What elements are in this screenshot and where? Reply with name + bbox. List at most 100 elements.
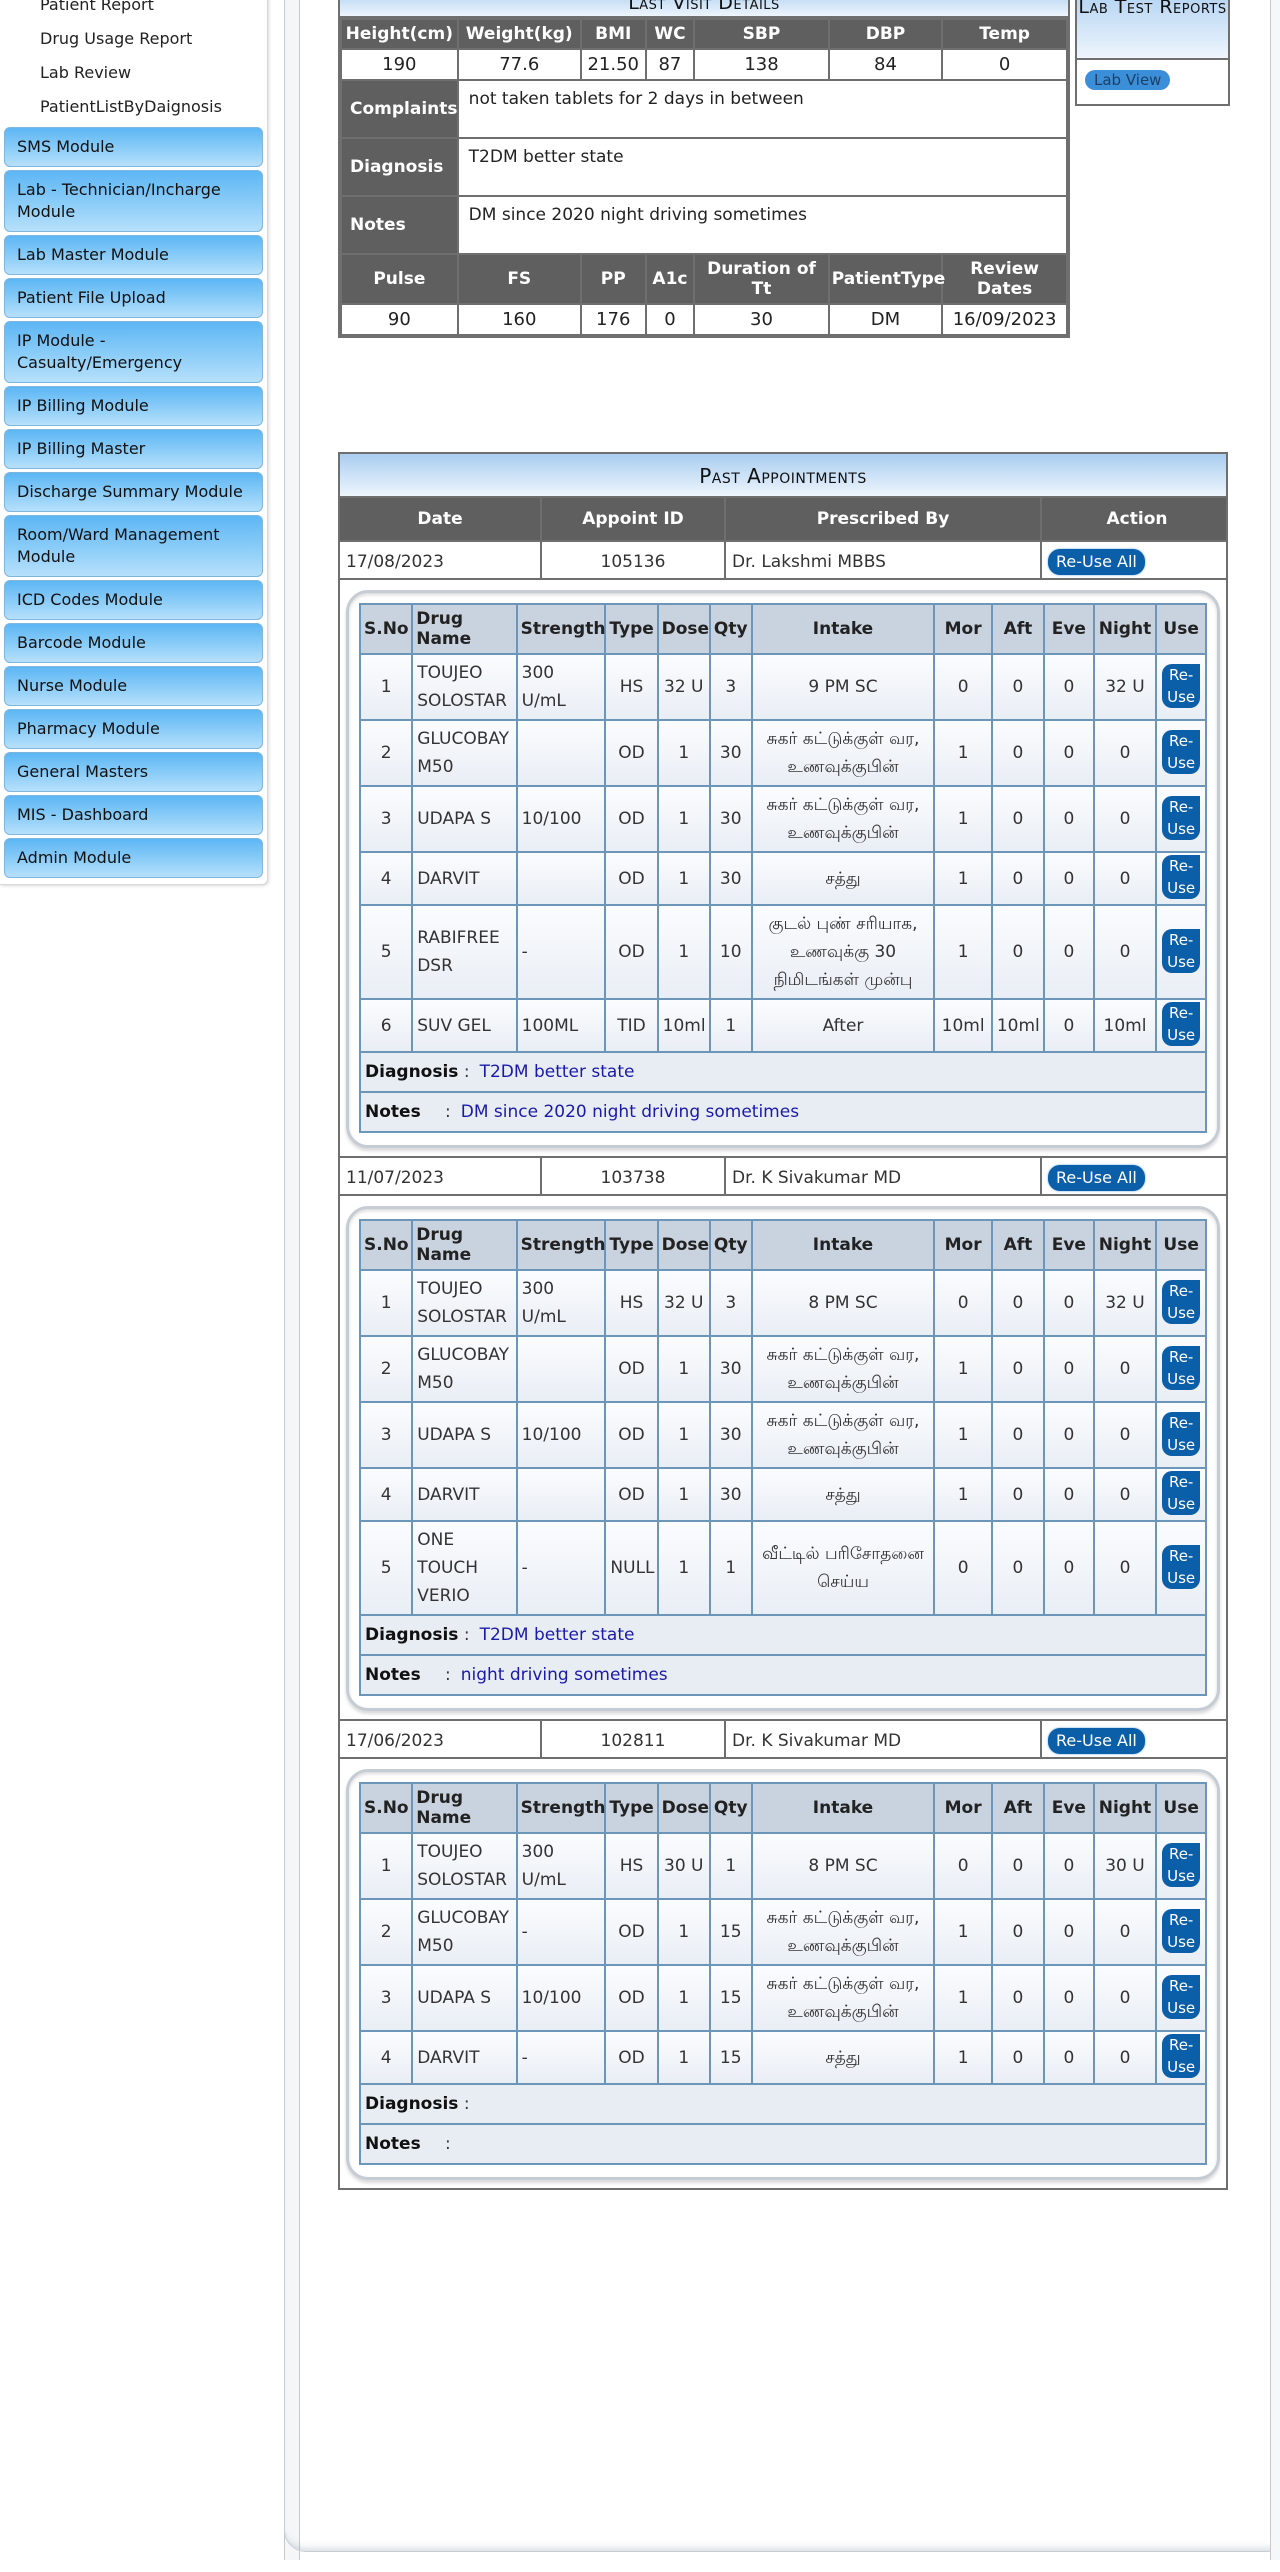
past-appointments-panel: Past Appointments Date Appoint ID Prescr…: [338, 452, 1228, 2190]
rx-cell-drug-name: DARVIT: [411, 1467, 518, 1522]
prescription-diagnosis-cell: Diagnosis : T2DM better state: [359, 1614, 1207, 1656]
sidebar-link-lab-review[interactable]: Lab Review: [4, 56, 263, 90]
reuse-button[interactable]: Re-Use: [1162, 1345, 1201, 1390]
prescription-diagnosis-label: Diagnosis: [365, 1062, 459, 1082]
lab-view-button[interactable]: Lab View: [1085, 70, 1171, 90]
rx-col-strength: Strength: [515, 603, 607, 655]
sidebar-module-patient-file-upload[interactable]: Patient File Upload: [4, 278, 263, 318]
reuse-all-button[interactable]: Re-Use All: [1048, 1165, 1145, 1191]
reuse-button[interactable]: Re-Use: [1162, 928, 1201, 973]
prescription-notes-value: DM since 2020 night driving sometimes: [460, 1102, 800, 1122]
rx-cell-night: 0: [1092, 904, 1158, 1000]
sidebar-link-patientlistbydaignosis[interactable]: PatientListByDaignosis: [4, 90, 263, 124]
rx-cell-use: Re-Use: [1155, 1898, 1207, 1966]
rx-cell-eve: 0: [1043, 1269, 1095, 1337]
reuse-button[interactable]: Re-Use: [1162, 1471, 1201, 1515]
lab-test-reports-panel: Lab Test Reports Lab View: [1075, 0, 1230, 106]
rx-cell-eve: 0: [1043, 1832, 1095, 1900]
sidebar-module-ip-module-casualty-emergency[interactable]: IP Module - Casualty/Emergency: [4, 321, 263, 383]
rx-cell-eve: 0: [1043, 1898, 1095, 1966]
sidebar-module-sms-module[interactable]: SMS Module: [4, 127, 263, 167]
prescription-row: 1 TOUJEO SOLOSTAR 300 U/mL HS 30 U18 PM SC 0 0…: [358, 1832, 1207, 1900]
col-action: Action: [1042, 498, 1226, 540]
rx-cell-drug-name: GLUCOBAY M50: [411, 1335, 518, 1403]
sidebar-module-ip-billing-module[interactable]: IP Billing Module: [4, 386, 263, 426]
prescription-header-row: S.No Drug Name Strength Type Dose Qty Intake Mo…: [358, 1219, 1207, 1271]
reuse-button[interactable]: Re-Use: [1162, 1974, 1201, 2019]
vitals-header-sbp: SBP: [693, 18, 830, 50]
prescription-row: 2 GLUCOBAY M50 OD 1 30 சுகர் கட்டுக்குள் வர, …: [358, 719, 1207, 787]
rx-col-type: Type: [604, 1782, 659, 1834]
reuse-all-button[interactable]: Re-Use All: [1048, 1728, 1145, 1754]
rx-cell-mor: 1: [933, 1401, 993, 1469]
reuse-all-button[interactable]: Re-Use All: [1048, 549, 1145, 575]
rx-cell-type: HS: [604, 1269, 659, 1337]
sidebar-link-patient-report[interactable]: Patient Report: [4, 0, 263, 22]
reuse-button[interactable]: Re-Use: [1162, 729, 1201, 774]
reuse-button[interactable]: Re-Use: [1162, 795, 1201, 840]
sidebar-sub-items: Patient Report Drug Usage Report Lab Revie…: [4, 0, 263, 124]
rx-cell-strength: [515, 1467, 607, 1522]
sidebar-module-mis-dashboard[interactable]: MIS - Dashboard: [4, 795, 263, 835]
rx-cell-drug-name: TOUJEO SOLOSTAR: [411, 1269, 518, 1337]
appointment-prescribed-by: Dr. K Sivakumar MD: [726, 1719, 1042, 1759]
rx-col-night: Night: [1092, 603, 1158, 655]
reuse-button[interactable]: Re-Use: [1162, 2034, 1201, 2078]
sidebar-module-barcode-module[interactable]: Barcode Module: [4, 623, 263, 663]
rx-cell-s-no: 5: [358, 1520, 414, 1616]
col-prescribed-by: Prescribed By: [726, 498, 1042, 540]
reuse-button[interactable]: Re-Use: [1162, 1908, 1201, 1953]
vitals-value-height-cm: 190: [340, 48, 459, 81]
rx-cell-strength: -: [515, 1898, 607, 1966]
rx-cell-qty: 30: [708, 1401, 753, 1469]
reuse-button[interactable]: Re-Use: [1162, 1002, 1201, 1046]
last-visit-table: Height(cm) Weight(kg) BMI WC SBP DBP Temp 190 7…: [340, 18, 1069, 336]
prescription-row: 6 SUV GEL 100ML TID 10ml 1 After 10ml 10ml 0 10ml R…: [358, 998, 1207, 1053]
sidebar-module-lab-master-module[interactable]: Lab Master Module: [4, 235, 263, 275]
sidebar-module-nurse-module[interactable]: Nurse Module: [4, 666, 263, 706]
reuse-button[interactable]: Re-Use: [1162, 663, 1201, 708]
rx-cell-mor: 1: [933, 1964, 993, 2032]
rx-cell-use: Re-Use: [1155, 1520, 1207, 1616]
rx-cell-use: Re-Use: [1155, 1964, 1207, 2032]
sidebar-module-icd-codes-module[interactable]: ICD Codes Module: [4, 580, 263, 620]
sidebar-module-room-ward-management-module[interactable]: Room/Ward Management Module: [4, 515, 263, 577]
rx-col-dose: Dose: [656, 1782, 711, 1834]
rx-cell-dose: 1: [656, 1964, 711, 2032]
reuse-button[interactable]: Re-Use: [1162, 1842, 1201, 1887]
rx-cell-strength: 10/100: [515, 1964, 607, 2032]
rx-cell-aft: 0: [990, 719, 1046, 787]
rx-cell-aft: 0: [990, 1335, 1046, 1403]
vitals-header-bmi: BMI: [579, 18, 647, 50]
vitals-values-row: 190 77.6 21.50 87 138 84 0: [340, 48, 1068, 81]
sidebar-module-discharge-summary-module[interactable]: Discharge Summary Module: [4, 472, 263, 512]
colon: :: [458, 1062, 470, 1082]
sidebar-module-pharmacy-module[interactable]: Pharmacy Module: [4, 709, 263, 749]
sidebar-module-general-masters[interactable]: General Masters: [4, 752, 263, 792]
reuse-button[interactable]: Re-Use: [1162, 1544, 1201, 1589]
sidebar: Patient Report Drug Usage Report Lab Revie…: [0, 0, 268, 885]
rx-cell-use: Re-Use: [1155, 785, 1207, 853]
sidebar-link-drug-usage-report[interactable]: Drug Usage Report: [4, 22, 263, 56]
sidebar-module-ip-billing-master[interactable]: IP Billing Master: [4, 429, 263, 469]
sidebar-module-lab-technician-incharge-module[interactable]: Lab - Technician/Incharge Module: [4, 170, 263, 232]
prescription-diagnosis-row: Diagnosis :: [359, 2083, 1207, 2125]
prescription-row: 5 ONE TOUCH VERIO - NULL 1 1 வீட்டில் பரிசோதனை…: [358, 1520, 1207, 1616]
reuse-button[interactable]: Re-Use: [1162, 1411, 1201, 1456]
rx-cell-eve: 0: [1043, 851, 1095, 906]
rx-cell-qty: 30: [708, 1467, 753, 1522]
rx-cell-qty: 15: [708, 1964, 753, 2032]
rx-cell-eve: 0: [1043, 719, 1095, 787]
rx-cell-night: 0: [1092, 1467, 1158, 1522]
rx-cell-aft: 0: [990, 851, 1046, 906]
labs-value-pulse: 90: [340, 303, 459, 336]
sidebar-module-admin-module[interactable]: Admin Module: [4, 838, 263, 878]
rx-cell-aft: 0: [990, 1964, 1046, 2032]
prescription-header-row: S.No Drug Name Strength Type Dose Qty Intake Mo…: [358, 1782, 1207, 1834]
rx-col-s-no: S.No: [358, 1219, 414, 1271]
rx-cell-type: OD: [604, 1467, 659, 1522]
rx-cell-intake: சத்து: [750, 1467, 936, 1522]
reuse-button[interactable]: Re-Use: [1162, 855, 1201, 899]
rx-cell-night: 0: [1092, 1335, 1158, 1403]
reuse-button[interactable]: Re-Use: [1162, 1279, 1201, 1324]
